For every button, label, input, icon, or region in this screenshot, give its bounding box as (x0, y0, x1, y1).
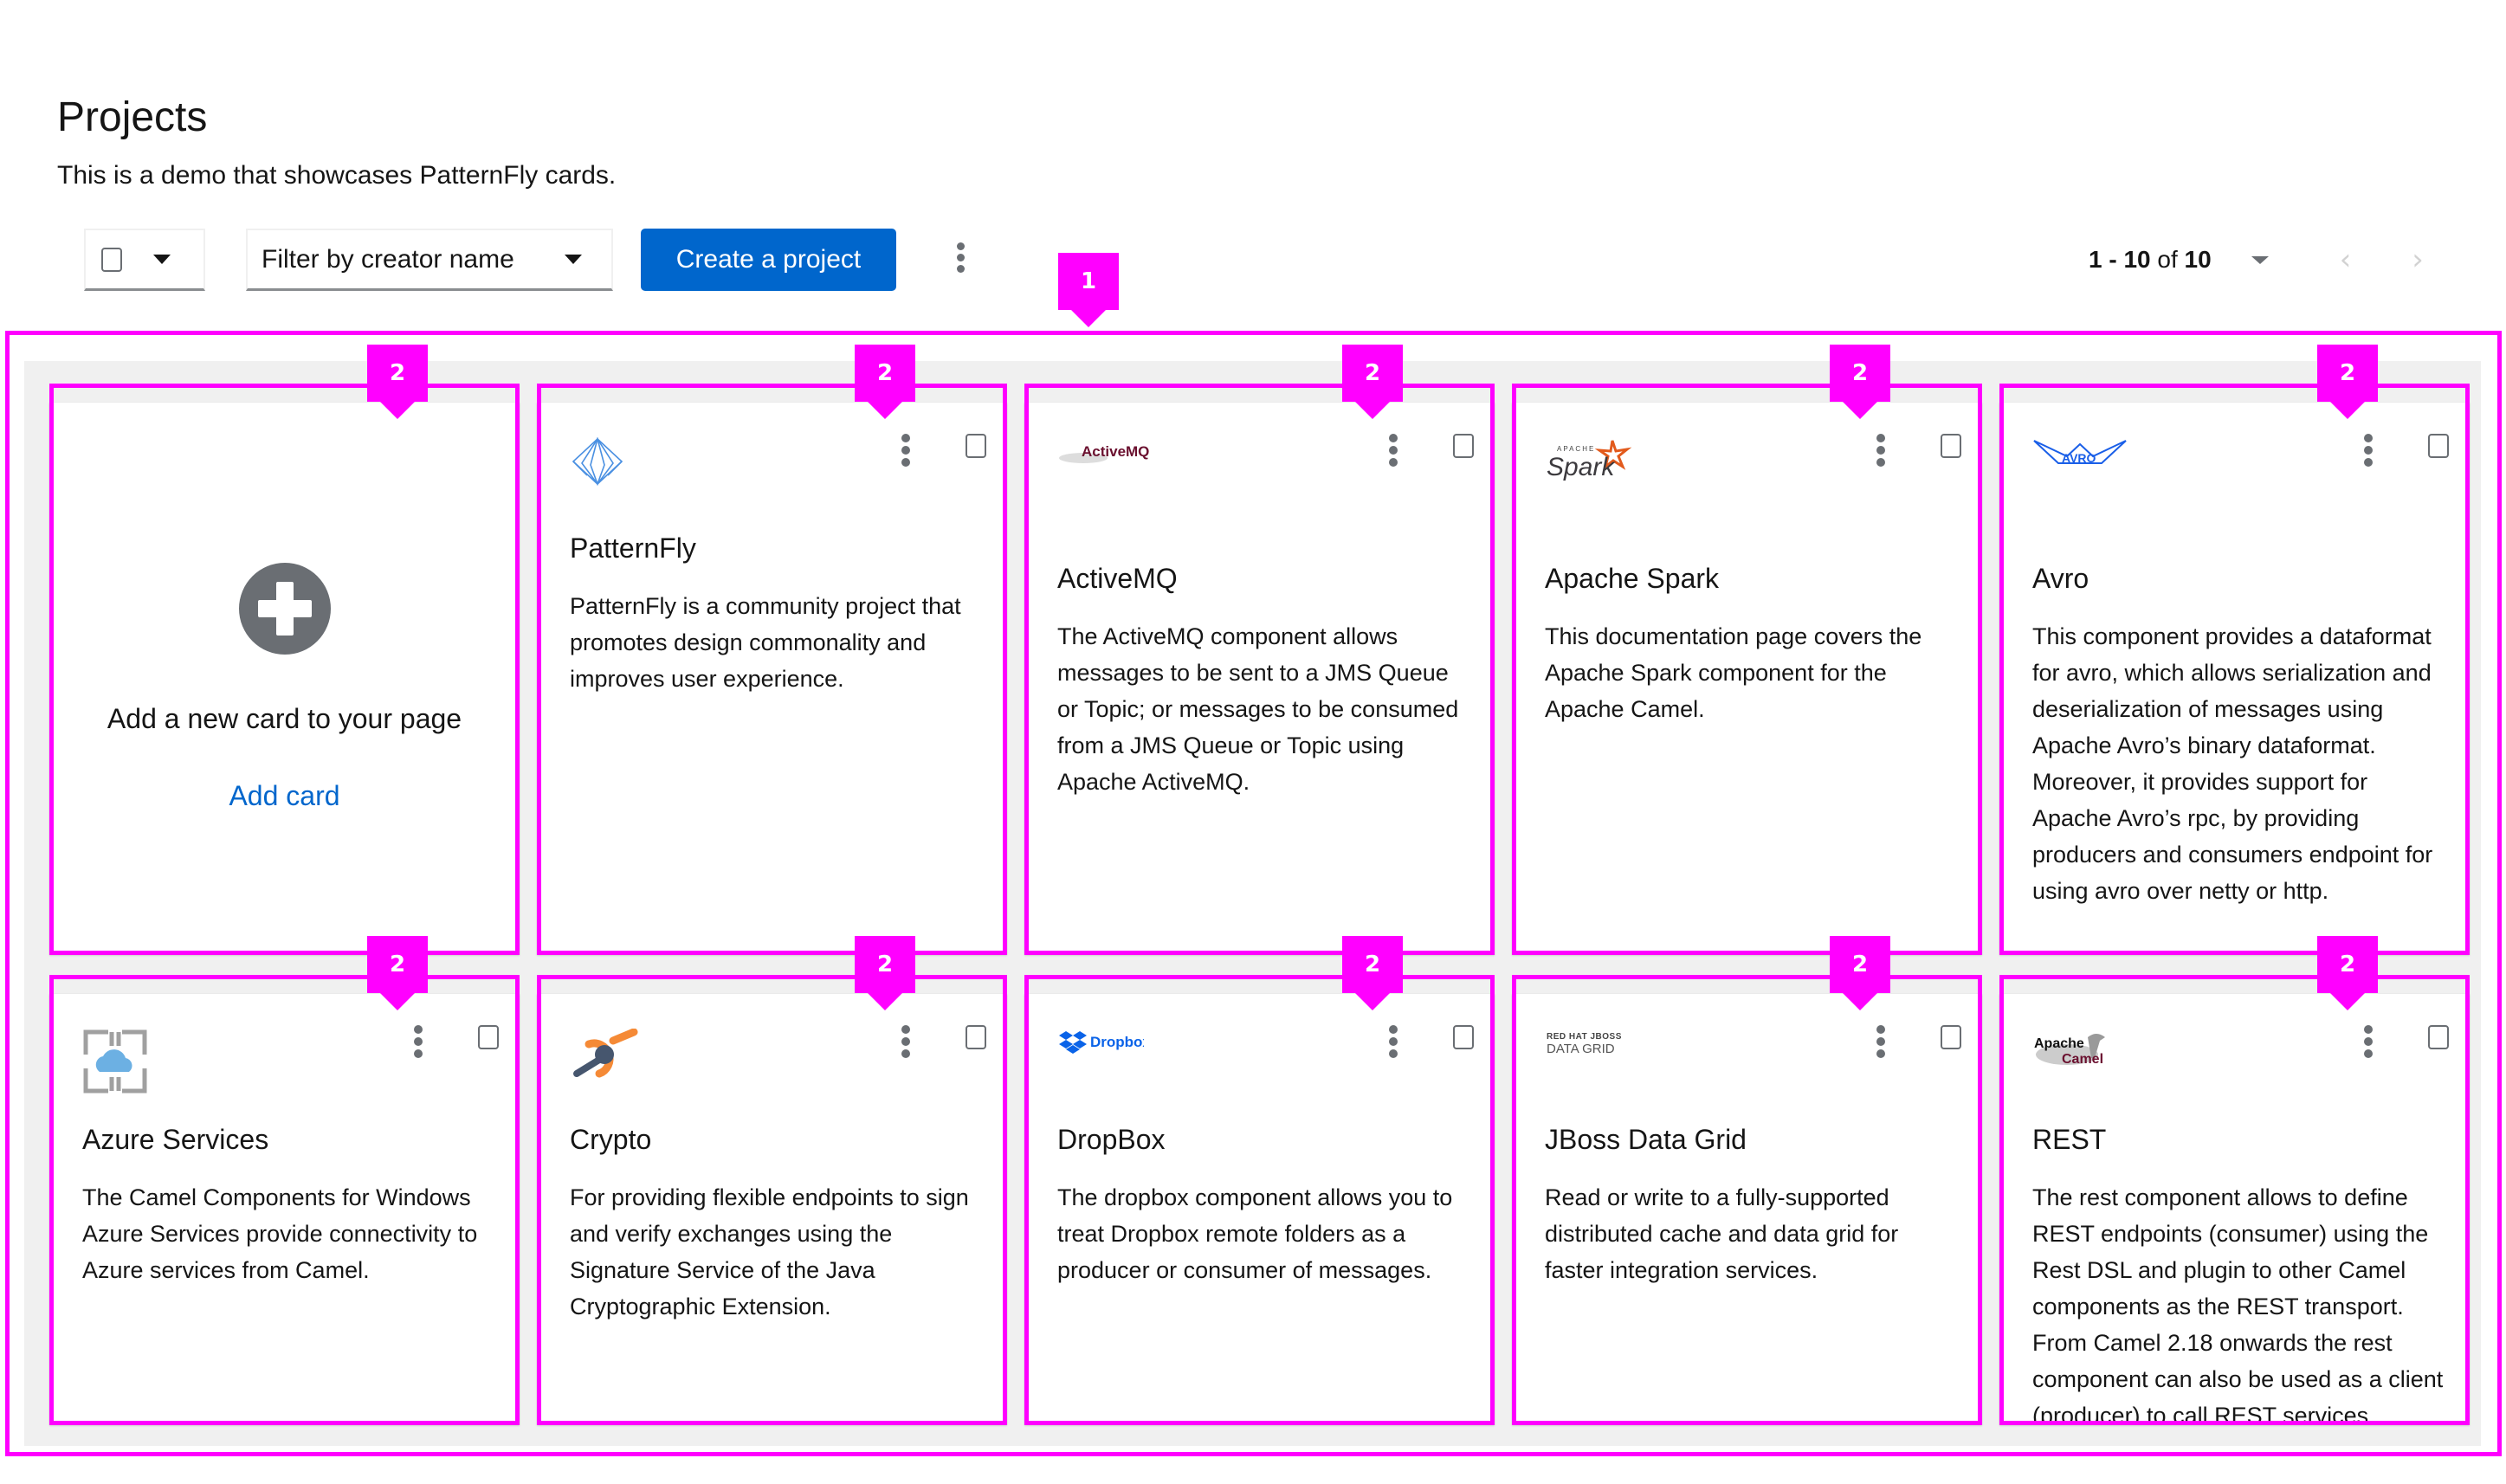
page-description: This is a demo that showcases PatternFly… (57, 161, 617, 190)
caret-down-icon[interactable] (153, 255, 171, 264)
toolbar-kebab-icon[interactable] (957, 242, 965, 273)
caret-down-icon (565, 255, 582, 264)
bulk-select-checkbox[interactable] (101, 247, 122, 272)
next-page-icon[interactable]: › (2412, 242, 2424, 277)
annotation-gallery-outline (5, 331, 2502, 1456)
bulk-select-dropdown[interactable] (84, 229, 205, 291)
per-page-caret-icon[interactable] (2251, 255, 2269, 264)
toolbar: Filter by creator name Create a project … (0, 229, 2506, 291)
pagination: 1 - 10 of 10 ‹ › (2089, 229, 2424, 291)
previous-page-icon[interactable]: ‹ (2340, 242, 2352, 277)
filter-creator-label: Filter by creator name (262, 244, 514, 274)
pagination-range: 1 - 10 of 10 (2089, 246, 2212, 273)
annotation-badge: 1 (1058, 253, 1119, 327)
filter-creator-select[interactable]: Filter by creator name (246, 229, 613, 291)
create-project-button[interactable]: Create a project (641, 229, 896, 291)
page-title: Projects (57, 94, 208, 140)
